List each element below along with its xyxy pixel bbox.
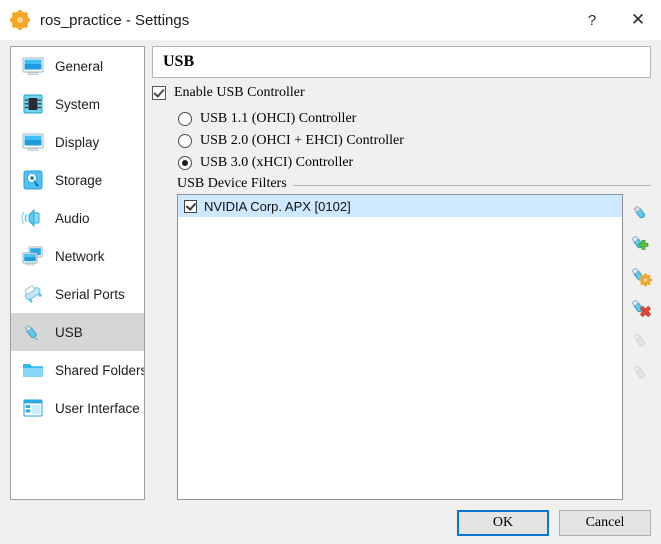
close-icon[interactable]: ✕ (615, 0, 661, 40)
sidebar-item-label: General (55, 58, 104, 74)
sidebar-item-audio[interactable]: Audio (11, 199, 144, 237)
network-icon (20, 243, 46, 269)
settings-category-list[interactable]: General System Display Storage Audio Net… (10, 46, 145, 500)
add-empty-filter-icon[interactable] (628, 198, 654, 224)
display-icon (20, 129, 46, 155)
sidebar-item-shared-folders[interactable]: Shared Folders (11, 351, 144, 389)
sidebar-item-general[interactable]: General (11, 47, 144, 85)
monitor-icon (20, 53, 46, 79)
list-item[interactable]: NVIDIA Corp. APX [0102] (178, 195, 622, 217)
sidebar-item-network[interactable]: Network (11, 237, 144, 275)
remove-filter-icon[interactable] (628, 294, 654, 320)
enable-usb-controller-label: Enable USB Controller (174, 85, 305, 100)
radio-usb-3-0[interactable]: USB 3.0 (xHCI) Controller (178, 155, 353, 171)
sidebar-item-label: Shared Folders (55, 362, 145, 378)
window-icon (20, 395, 46, 421)
chip-icon (20, 91, 46, 117)
sidebar-item-label: Audio (55, 210, 90, 226)
title-bar: ros_practice - Settings ? ✕ (0, 0, 661, 40)
usb-device-filters-list[interactable]: NVIDIA Corp. APX [0102] (177, 194, 623, 500)
filter-label: NVIDIA Corp. APX [0102] (204, 198, 351, 214)
enable-usb-controller-row[interactable]: Enable USB Controller (152, 85, 305, 101)
help-button[interactable]: ? (569, 0, 615, 40)
ok-button[interactable]: OK (457, 510, 549, 536)
sidebar-item-label: USB (55, 324, 83, 340)
usb-filter-toolbar[interactable] (628, 198, 654, 384)
radio-usb-2-0-label: USB 2.0 (OHCI + EHCI) Controller (200, 133, 404, 148)
radio-usb-1-1-button[interactable] (178, 112, 192, 126)
radio-usb-1-1[interactable]: USB 1.1 (OHCI) Controller (178, 111, 356, 127)
edit-filter-icon[interactable] (628, 262, 654, 288)
sidebar-item-system[interactable]: System (11, 85, 144, 123)
move-filter-down-icon (628, 358, 654, 384)
sidebar-item-label: Serial Ports (55, 286, 125, 302)
sidebar-item-label: System (55, 96, 101, 112)
sidebar-item-label: User Interface (55, 400, 140, 416)
sidebar-item-label: Display (55, 134, 100, 150)
radio-usb-3-0-button[interactable] (178, 156, 192, 170)
pane-header: USB (152, 46, 651, 78)
sidebar-item-storage[interactable]: Storage (11, 161, 144, 199)
usb-icon (20, 319, 46, 345)
radio-usb-3-0-label: USB 3.0 (xHCI) Controller (200, 155, 354, 170)
speaker-icon (20, 205, 46, 231)
radio-usb-1-1-label: USB 1.1 (OHCI) Controller (200, 111, 357, 126)
add-filter-from-device-icon[interactable] (628, 230, 654, 256)
radio-usb-2-0[interactable]: USB 2.0 (OHCI + EHCI) Controller (178, 133, 404, 149)
serial-port-icon (20, 281, 46, 307)
sidebar-item-usb[interactable]: USB (11, 313, 144, 351)
window-title: ros_practice - Settings (40, 11, 190, 29)
usb-device-filters-label: USB Device Filters (177, 176, 293, 192)
radio-usb-2-0-button[interactable] (178, 134, 192, 148)
folder-icon (20, 357, 46, 383)
sidebar-item-user-interface[interactable]: User Interface (11, 389, 144, 427)
virtualbox-gear-icon (9, 9, 31, 31)
sidebar-item-display[interactable]: Display (11, 123, 144, 161)
sidebar-item-label: Network (55, 248, 105, 264)
harddisk-icon (20, 167, 46, 193)
sidebar-item-label: Storage (55, 172, 103, 188)
sidebar-item-serial-ports[interactable]: Serial Ports (11, 275, 144, 313)
move-filter-up-icon (628, 326, 654, 352)
filter-enabled-checkbox[interactable] (184, 199, 197, 213)
cancel-button[interactable]: Cancel (559, 510, 651, 536)
enable-usb-controller-checkbox[interactable] (152, 86, 166, 100)
page-title: USB (163, 53, 195, 70)
